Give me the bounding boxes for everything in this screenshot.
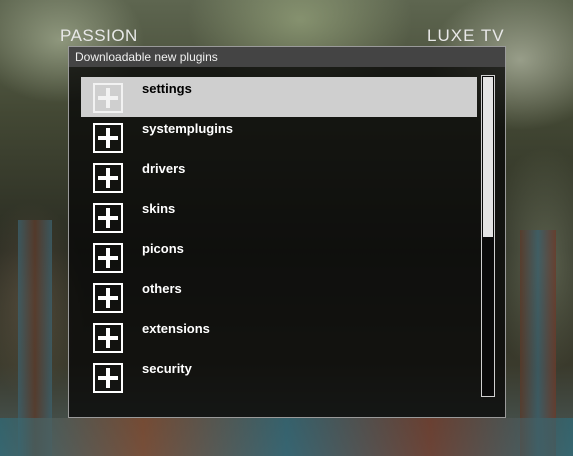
list-item-label: picons bbox=[142, 241, 184, 256]
channel-name-left: PASSION bbox=[60, 26, 138, 45]
plus-icon bbox=[93, 123, 123, 153]
list-item-picons[interactable]: picons bbox=[81, 237, 477, 277]
plus-icon bbox=[93, 323, 123, 353]
scrollbar-thumb[interactable] bbox=[483, 77, 493, 237]
list-item-others[interactable]: others bbox=[81, 277, 477, 317]
plugins-window: Downloadable new plugins settings system… bbox=[68, 46, 506, 418]
plus-icon bbox=[93, 83, 123, 113]
window-title: Downloadable new plugins bbox=[69, 47, 505, 67]
list-item-systemplugins[interactable]: systemplugins bbox=[81, 117, 477, 157]
list-item-label: extensions bbox=[142, 321, 210, 336]
channel-name-right: LUXE TV bbox=[427, 26, 505, 45]
list-item-label: systemplugins bbox=[142, 121, 234, 136]
list-item-label: security bbox=[142, 361, 192, 376]
list-item-extensions[interactable]: extensions bbox=[81, 317, 477, 357]
list-item-settings[interactable]: settings bbox=[81, 77, 477, 117]
plus-icon bbox=[93, 243, 123, 273]
list-item-skins[interactable]: skins bbox=[81, 197, 477, 237]
plus-icon bbox=[93, 363, 123, 393]
plus-icon bbox=[93, 203, 123, 233]
plus-icon bbox=[93, 163, 123, 193]
background-bottom-decoration bbox=[0, 418, 573, 456]
list-item-label: skins bbox=[142, 201, 176, 216]
list-scrollbar[interactable] bbox=[481, 75, 495, 397]
list-item-label: drivers bbox=[142, 161, 186, 176]
list-item-drivers[interactable]: drivers bbox=[81, 157, 477, 197]
list-item-label: settings bbox=[142, 81, 192, 96]
list-item-label: others bbox=[142, 281, 182, 296]
plus-icon bbox=[93, 283, 123, 313]
list-item-security[interactable]: security bbox=[81, 357, 477, 397]
plugin-category-list: settings systemplugins drivers skins pic… bbox=[81, 77, 479, 397]
